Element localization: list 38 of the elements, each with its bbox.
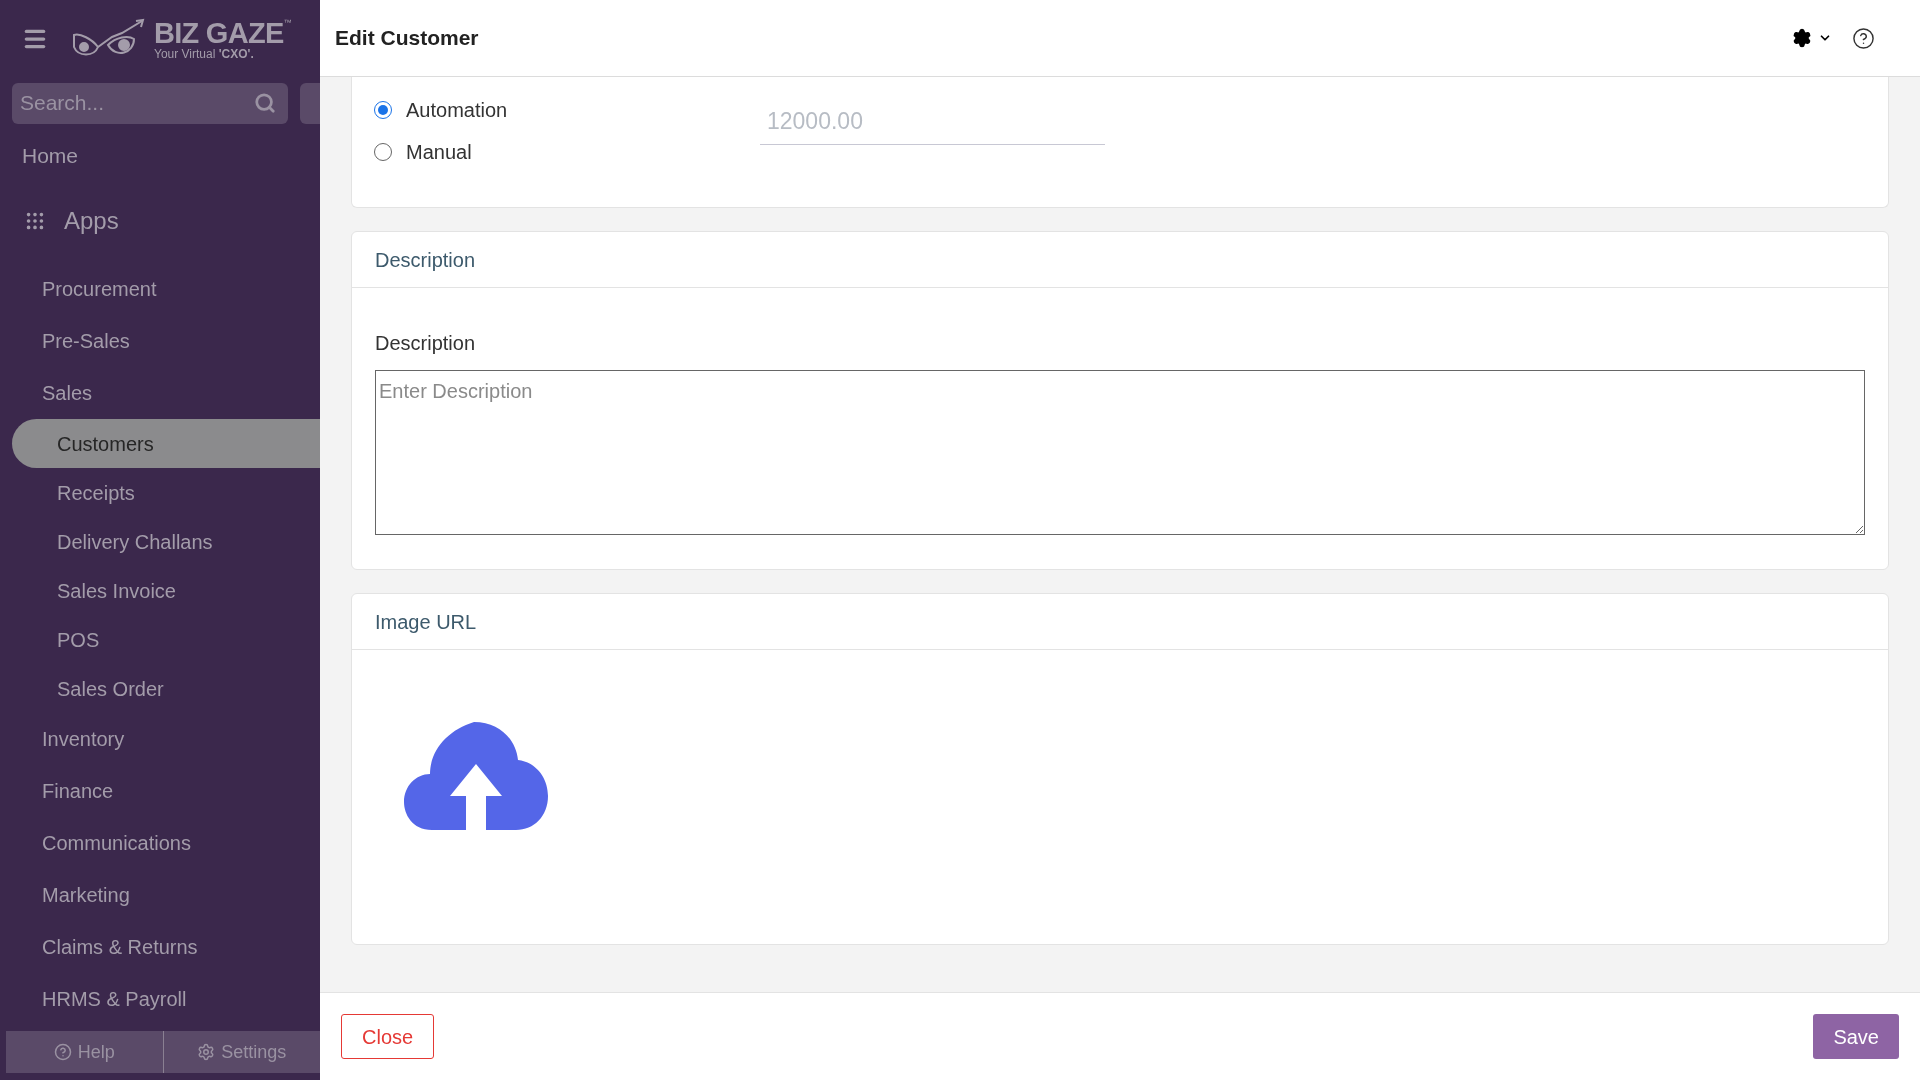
sidebar-item[interactable]: Receipts bbox=[12, 468, 320, 517]
settings-icon bbox=[197, 1043, 216, 1061]
search-field[interactable]: Search... bbox=[12, 82, 289, 124]
cloud-upload-icon[interactable] bbox=[404, 722, 548, 830]
help-icon[interactable] bbox=[1852, 26, 1875, 50]
section-title: Image URL bbox=[375, 609, 477, 635]
sidebar-item[interactable]: Inventory bbox=[0, 713, 320, 765]
drawer-title: Edit Customer bbox=[335, 25, 479, 52]
trademark-mark: ™ bbox=[283, 18, 292, 27]
search-icon[interactable] bbox=[254, 91, 277, 114]
description-field[interactable]: Enter Description bbox=[375, 370, 1865, 535]
sidebar-item[interactable]: Sales Order bbox=[12, 664, 320, 713]
sidebar-item[interactable]: POS bbox=[12, 615, 320, 664]
sidebar-item[interactable]: Delivery Challans bbox=[12, 517, 320, 566]
sidebar-item[interactable]: Customers bbox=[12, 419, 320, 468]
section-title: Description bbox=[375, 247, 476, 273]
sidebar-item[interactable]: Finance bbox=[0, 765, 320, 817]
sidebar-item[interactable]: Sales bbox=[0, 367, 320, 419]
help-button[interactable]: Help bbox=[6, 1031, 163, 1073]
radio-label: Manual bbox=[406, 140, 472, 165]
sidebar-item[interactable]: Sales Invoice bbox=[12, 566, 320, 615]
home-link[interactable]: Home bbox=[0, 128, 320, 184]
sidebar-item[interactable]: Procurement bbox=[0, 263, 320, 315]
field-label: Description bbox=[375, 331, 477, 356]
apps-grid-icon[interactable] bbox=[24, 210, 46, 232]
sidebar-item[interactable]: Pre-Sales bbox=[0, 315, 320, 367]
help-icon bbox=[53, 1043, 72, 1061]
apps-heading[interactable]: Apps bbox=[64, 203, 119, 239]
sidebar-item[interactable]: Communications bbox=[0, 817, 320, 869]
save-button[interactable]: Save bbox=[1813, 1014, 1899, 1059]
sidebar-item[interactable]: Claims & Returns bbox=[0, 921, 320, 973]
radio-label: Automation bbox=[406, 98, 508, 123]
logo-tagline: Your Virtual 'CXO'. bbox=[154, 47, 255, 60]
settings-icon[interactable] bbox=[1792, 28, 1812, 48]
sidebar-item[interactable]: HRMS & Payroll bbox=[0, 973, 320, 1025]
close-button[interactable]: Close bbox=[341, 1014, 435, 1059]
logo-text: BIZ GAZE bbox=[154, 18, 284, 48]
sidebar-item[interactable]: Marketing bbox=[0, 869, 320, 921]
